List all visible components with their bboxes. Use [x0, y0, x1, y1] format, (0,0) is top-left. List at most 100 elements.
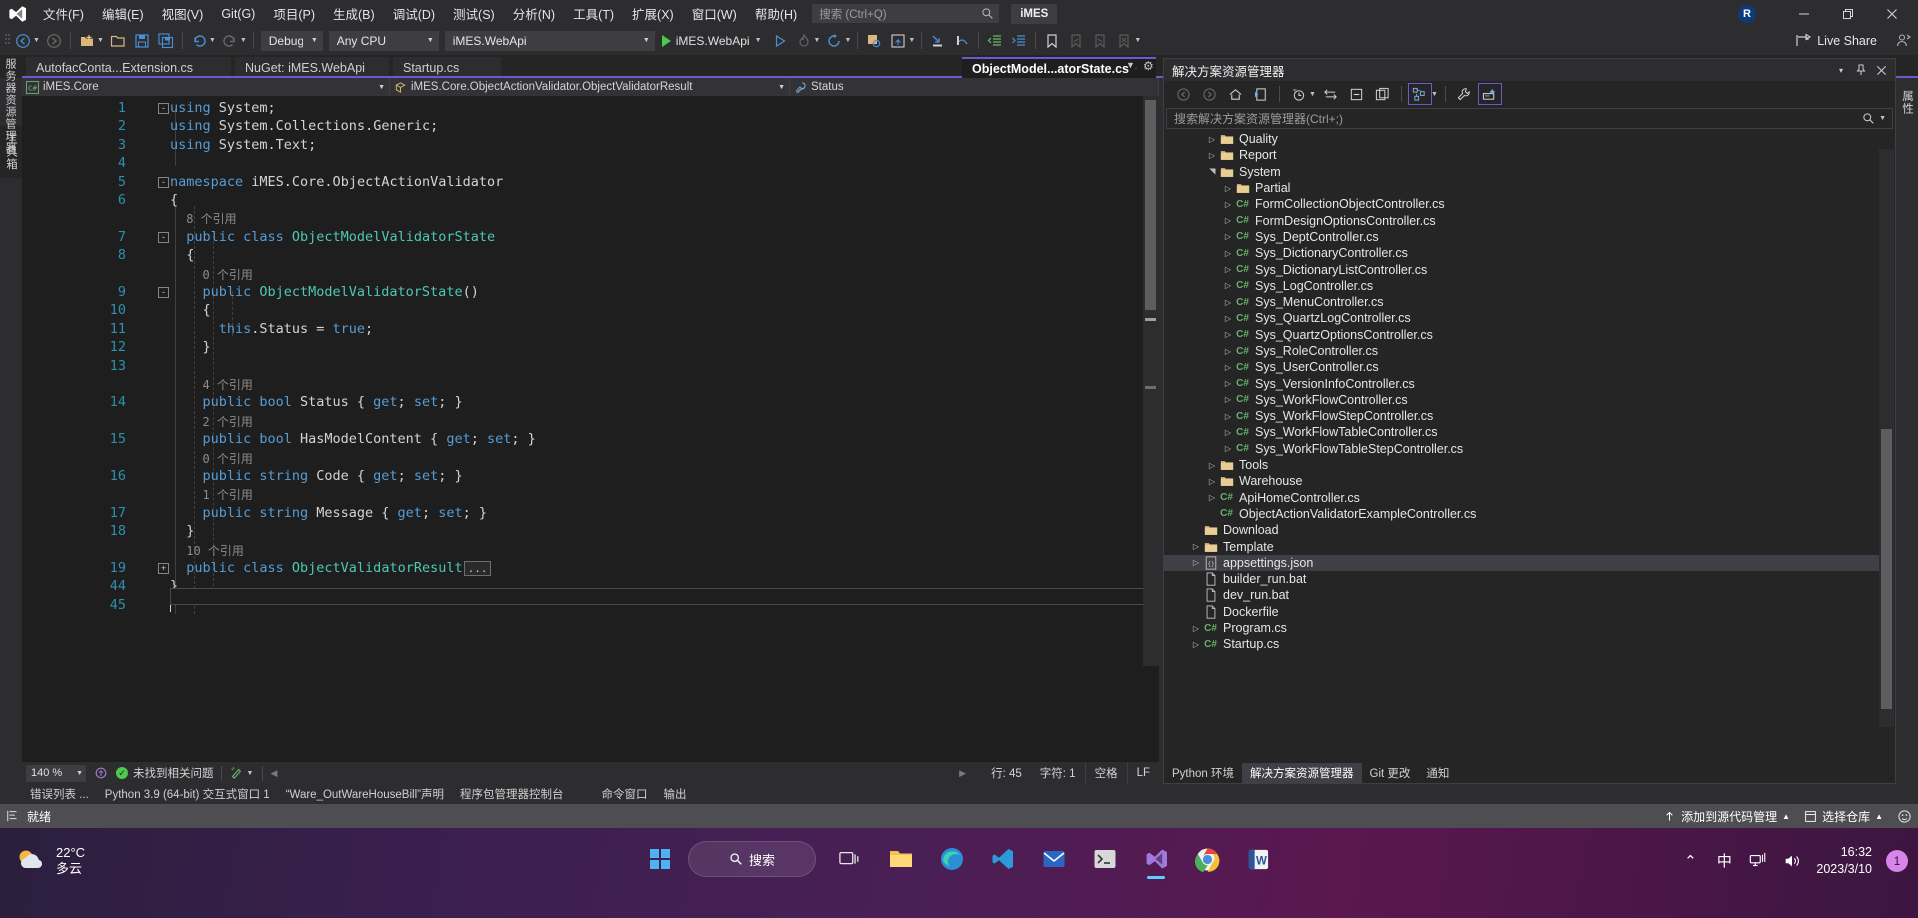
- toolbar-overflow-icon[interactable]: ▼: [1134, 37, 1141, 44]
- close-button[interactable]: [1870, 0, 1914, 27]
- chevron-right-icon[interactable]: ▷: [1206, 493, 1218, 502]
- menu-test[interactable]: 测试(S): [444, 3, 504, 25]
- chevron-right-icon[interactable]: ▷: [1206, 151, 1218, 160]
- redo-dropdown-icon[interactable]: ▼: [240, 37, 247, 44]
- code-line[interactable]: public class ObjectModelValidatorState: [186, 229, 495, 247]
- code-line[interactable]: using System.Collections.Generic;: [170, 118, 438, 136]
- tree-item-quality[interactable]: ▷ Quality: [1164, 131, 1880, 147]
- bottom-tab-output[interactable]: 输出: [655, 784, 694, 804]
- terminal-button[interactable]: [1082, 836, 1128, 882]
- panel-pin-button[interactable]: [1851, 60, 1871, 80]
- navbar-project-combo[interactable]: C# iMES.Core ▼: [22, 78, 390, 96]
- chevron-down-icon[interactable]: ▼: [1431, 91, 1438, 98]
- undo-button[interactable]: [188, 30, 210, 52]
- step-over-button[interactable]: [951, 30, 973, 52]
- file-explorer-button[interactable]: [878, 836, 924, 882]
- code-line[interactable]: }: [202, 339, 210, 357]
- tree-item-objectactionvalidatorexamplecontroller-cs[interactable]: C# ObjectActionValidatorExampleController…: [1164, 506, 1880, 522]
- chevron-right-icon[interactable]: ▷: [1222, 314, 1234, 323]
- code-line[interactable]: this.Status = true;: [219, 321, 373, 339]
- code-line[interactable]: {: [186, 247, 194, 265]
- panel-menu-button[interactable]: ▾: [1831, 60, 1851, 80]
- step-into-button[interactable]: [927, 30, 949, 52]
- save-all-button[interactable]: [155, 30, 177, 52]
- tree-item-report[interactable]: ▷ Report: [1164, 147, 1880, 163]
- codelens-reference-count[interactable]: 10 个引用: [186, 542, 244, 560]
- hot-reload-dropdown-icon[interactable]: ▼: [814, 37, 821, 44]
- scrollbar-thumb[interactable]: [1145, 100, 1156, 310]
- chevron-right-icon[interactable]: ▷: [1222, 363, 1234, 372]
- chrome-button[interactable]: [1184, 836, 1230, 882]
- navbar-type-combo[interactable]: iMES.Core.ObjectActionValidator.ObjectVa…: [390, 78, 790, 96]
- add-to-source-control-button[interactable]: 添加到源代码管理 ▲: [1663, 808, 1790, 825]
- taskbar-search-button[interactable]: 搜索: [688, 841, 816, 877]
- menu-help[interactable]: 帮助(H): [746, 3, 806, 25]
- chevron-right-icon[interactable]: ▷: [1206, 135, 1218, 144]
- chevron-right-icon[interactable]: ▷: [1222, 428, 1234, 437]
- hot-reload-button[interactable]: [793, 30, 815, 52]
- tree-item-tools[interactable]: ▷ Tools: [1164, 457, 1880, 473]
- task-view-button[interactable]: [827, 836, 873, 882]
- chevron-right-icon[interactable]: ▷: [1222, 395, 1234, 404]
- toggle-bookmark-button[interactable]: [1041, 30, 1063, 52]
- codelens-reference-count[interactable]: 0 个引用: [202, 266, 252, 284]
- visual-studio-button[interactable]: [1133, 836, 1179, 882]
- codelens-reference-count[interactable]: 8 个引用: [186, 210, 236, 228]
- collapse-region-icon[interactable]: -: [158, 287, 169, 298]
- bottom-tab-notifications[interactable]: 通知: [1418, 763, 1457, 783]
- preview-selected-items-button[interactable]: [1477, 83, 1502, 105]
- back-dropdown-icon[interactable]: ▼: [33, 37, 40, 44]
- chevron-down-icon[interactable]: ▼: [1879, 115, 1886, 122]
- chevron-right-icon[interactable]: ▷: [1222, 298, 1234, 307]
- code-cleanup-icon[interactable]: [229, 766, 243, 780]
- menu-edit[interactable]: 编辑(E): [93, 3, 153, 25]
- vscode-button[interactable]: [980, 836, 1026, 882]
- tab-overflow-menu[interactable]: ▼: [1126, 60, 1135, 70]
- tree-item-template[interactable]: ▷ Template: [1164, 538, 1880, 554]
- home-button[interactable]: [1223, 83, 1247, 105]
- select-repository-button[interactable]: 选择仓库 ▲: [1804, 808, 1883, 825]
- code-line[interactable]: {: [170, 192, 178, 210]
- maximize-button[interactable]: [1826, 0, 1870, 27]
- tree-item-sys-workflowtablestepcontroller-cs[interactable]: ▷ C# Sys_WorkFlowTableStepController.cs: [1164, 441, 1880, 457]
- chevron-right-icon[interactable]: ▷: [1222, 379, 1234, 388]
- menu-window[interactable]: 窗口(W): [683, 3, 746, 25]
- increase-indent-button[interactable]: [1008, 30, 1030, 52]
- collapse-all-button[interactable]: [1345, 83, 1369, 105]
- bottom-tab-command-window[interactable]: 命令窗口: [593, 784, 655, 804]
- sync-with-active-document-button[interactable]: [1319, 83, 1343, 105]
- issues-label[interactable]: 未找到相关问题: [133, 765, 214, 781]
- solution-configuration-combo[interactable]: Debug ▼: [260, 30, 323, 51]
- tree-item-sys-deptcontroller-cs[interactable]: ▷ C# Sys_DeptController.cs: [1164, 229, 1880, 245]
- chevron-right-icon[interactable]: ▷: [1206, 461, 1218, 470]
- clock-widget[interactable]: 16:32 2023/3/10: [1816, 844, 1872, 878]
- code-line[interactable]: using System;: [170, 100, 276, 118]
- chevron-right-icon[interactable]: ▷: [1222, 249, 1234, 258]
- tab-startup-cs[interactable]: Startup.cs: [393, 57, 501, 78]
- show-all-files-button[interactable]: [1371, 83, 1395, 105]
- tree-item-sys-versioninfocontroller-cs[interactable]: ▷ C# Sys_VersionInfoController.cs: [1164, 375, 1880, 391]
- code-line[interactable]: public string Code { get; set; }: [202, 468, 462, 486]
- code-line[interactable]: public ObjectModelValidatorState(): [202, 284, 478, 302]
- bottom-tab-git-changes[interactable]: Git 更改: [1362, 763, 1419, 783]
- code-line[interactable]: public bool HasModelContent { get; set; …: [202, 431, 535, 449]
- attach-to-process-button[interactable]: [863, 30, 885, 52]
- tree-item-formcollectionobjectcontroller-cs[interactable]: ▷ C# FormCollectionObjectController.cs: [1164, 196, 1880, 212]
- menu-file[interactable]: 文件(F): [34, 3, 93, 25]
- bottom-tab-error-list[interactable]: 错误列表 ...: [22, 784, 97, 804]
- weather-widget[interactable]: 22°C 多云: [14, 844, 85, 878]
- chevron-right-icon[interactable]: ▷: [1222, 347, 1234, 356]
- forward-button[interactable]: [1197, 83, 1221, 105]
- collapse-region-icon[interactable]: -: [158, 103, 169, 114]
- minimize-button[interactable]: [1782, 0, 1826, 27]
- word-button[interactable]: W: [1235, 836, 1281, 882]
- chevron-down-icon[interactable]: ▼: [1309, 91, 1316, 98]
- tree-item-system[interactable]: ◢ System: [1164, 164, 1880, 180]
- chevron-right-icon[interactable]: ▷: [1222, 444, 1234, 453]
- back-button[interactable]: [1171, 83, 1195, 105]
- chevron-right-icon[interactable]: ▷: [1222, 265, 1234, 274]
- pending-changes-filter-button[interactable]: [1249, 83, 1273, 105]
- solution-explorer-search-input[interactable]: 搜索解决方案资源管理器(Ctrl+;) ▼: [1166, 108, 1893, 129]
- live-share-user-icon[interactable]: [1895, 33, 1912, 48]
- open-file-button[interactable]: [107, 30, 129, 52]
